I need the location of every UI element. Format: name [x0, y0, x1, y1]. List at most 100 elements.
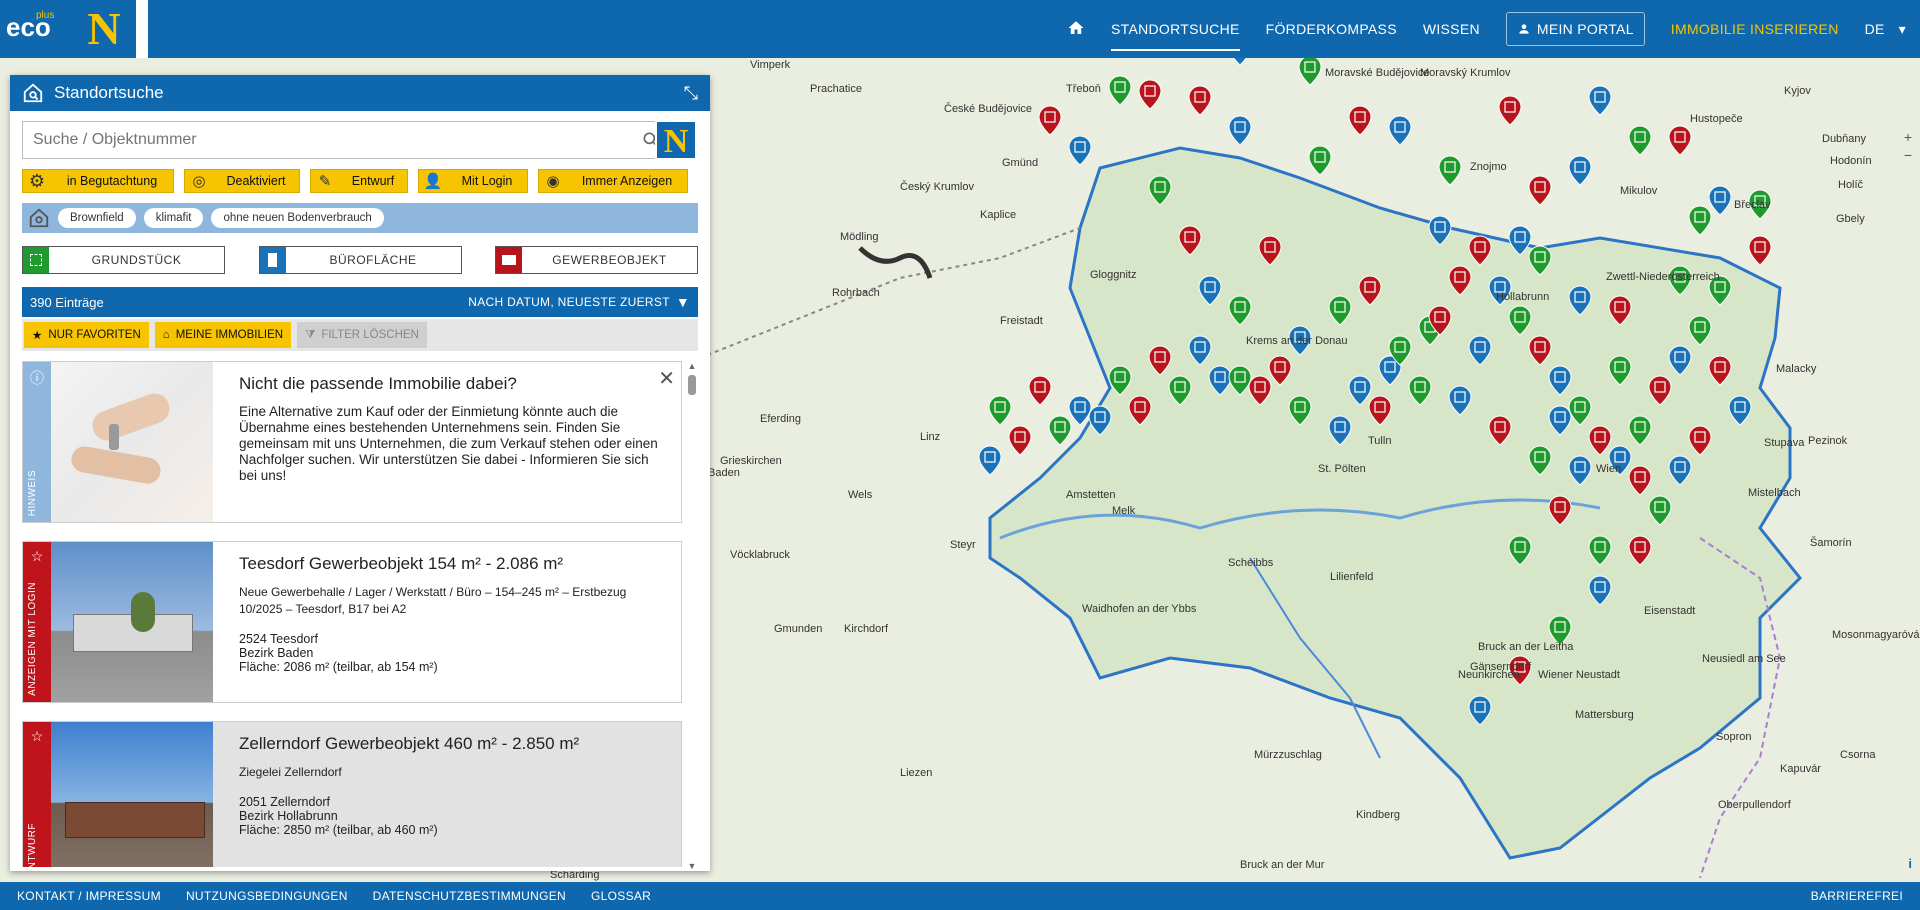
- status-entwurf[interactable]: ✎ Entwurf: [310, 169, 408, 193]
- home-button[interactable]: [1067, 13, 1085, 46]
- map-place-label: Neusiedl am See: [1702, 653, 1786, 665]
- zoom-out-icon[interactable]: −: [1904, 146, 1912, 164]
- map-place-label: Zwettl-Niederösterreich: [1606, 271, 1720, 283]
- map-zoom-controls[interactable]: + −: [1904, 128, 1912, 164]
- my-properties-label: MEINE IMMOBILIEN: [175, 329, 284, 341]
- list-item[interactable]: ☆ ANZEIGEN MIT LOGIN Teesdorf Gewerbeobj…: [22, 541, 682, 703]
- map-place-label: Amstetten: [1066, 489, 1116, 501]
- scroll-up-icon[interactable]: ▲: [686, 361, 698, 371]
- info-icon: ⓘ: [30, 370, 44, 386]
- card-district: Bezirk Baden: [239, 646, 314, 660]
- tag-brownfield[interactable]: Brownfield: [58, 208, 136, 228]
- tag-ohne-bodenverbrauch[interactable]: ohne neuen Bodenverbrauch: [211, 208, 384, 228]
- card-side-text: HINWEIS: [27, 469, 38, 516]
- scroll-down-icon[interactable]: ▼: [686, 861, 698, 871]
- type-gewerbeobjekt-button[interactable]: GEWERBEOBJEKT: [495, 246, 698, 274]
- factory-icon: [496, 247, 522, 273]
- star-outline-icon[interactable]: ☆: [31, 728, 44, 745]
- list-item[interactable]: ⓘ HINWEIS Nicht die passende Immobilie d…: [22, 361, 682, 523]
- map-place-label: Vimperk: [750, 59, 791, 71]
- map-place-label: Gmünd: [1002, 157, 1038, 169]
- map-place-label: Mosonmagyaróvár: [1832, 629, 1920, 641]
- map-place-label: Holíč: [1838, 179, 1864, 191]
- clear-filter-button[interactable]: ⧩ FILTER LÖSCHEN: [297, 322, 427, 348]
- keys-handover-image: [51, 362, 213, 522]
- user-icon: [1519, 24, 1529, 34]
- nav-standortsuche[interactable]: STANDORTSUCHE: [1111, 15, 1240, 51]
- card-side-text: ENTWURF: [27, 822, 38, 868]
- status-filter-row: ⚙ in Begutachtung ◎ Deaktiviert ✎ Entwur…: [22, 169, 698, 193]
- nav-wissen[interactable]: WISSEN: [1423, 15, 1480, 43]
- star-outline-icon[interactable]: ☆: [31, 548, 44, 565]
- card-body: Teesdorf Gewerbeobjekt 154 m² - 2.086 m²…: [213, 542, 681, 702]
- list-item[interactable]: ☆ ENTWURF Zellerndorf Gewerbeobjekt 460 …: [22, 721, 682, 867]
- footer-glossar-link[interactable]: GLOSSAR: [591, 889, 651, 903]
- card-side-label: ☆ ENTWURF: [23, 722, 51, 867]
- map-place-label: Oberpullendorf: [1718, 799, 1792, 811]
- status-label: Deaktiviert: [226, 174, 286, 188]
- type-grundstueck-button[interactable]: GRUNDSTÜCK: [22, 246, 225, 274]
- footer-nutzung-link[interactable]: NUTZUNGSBEDINGUNGEN: [186, 889, 348, 903]
- footer-barrierefrei-link[interactable]: BARRIEREFREI: [1811, 889, 1920, 903]
- status-mit-login[interactable]: 👤 Mit Login: [418, 169, 528, 193]
- office-building-icon: [259, 247, 286, 273]
- footer-datenschutz-link[interactable]: DATENSCHUTZBESTIMMUNGEN: [373, 889, 566, 903]
- property-photo: [51, 542, 213, 702]
- gear-icon: ⚙: [28, 170, 46, 191]
- map-place-label: Waidhofen an der Ybbs: [1082, 603, 1197, 615]
- collapse-icon[interactable]: ⤡: [684, 83, 698, 104]
- map-place-label: Scheibbs: [1228, 557, 1274, 569]
- type-buerofläche-button[interactable]: BÜROFLÄCHE: [258, 246, 462, 274]
- chevron-down-icon: ▾: [1898, 20, 1906, 37]
- tag-klimafit[interactable]: klimafit: [143, 208, 204, 228]
- status-deaktiviert[interactable]: ◎ Deaktiviert: [184, 169, 300, 193]
- card-subtitle: Neue Gewerbehalle / Lager / Werkstatt / …: [239, 585, 627, 616]
- map-place-label: Hollabrunn: [1496, 291, 1549, 303]
- map-place-label: Šamorín: [1810, 536, 1852, 549]
- map-place-label: Eferding: [760, 413, 801, 425]
- nav-immobilie-inserieren[interactable]: IMMOBILIE INSERIEREN: [1671, 15, 1839, 43]
- card-side-text: ANZEIGEN MIT LOGIN: [27, 582, 38, 696]
- pencil-icon: ✎: [318, 173, 332, 190]
- status-immer-anzeigen[interactable]: ◉ Immer Anzeigen: [538, 169, 688, 193]
- card-subtitle: Ziegelei Zellerndorf: [239, 765, 342, 779]
- property-photo: [51, 722, 213, 867]
- status-label: Entwurf: [351, 174, 395, 188]
- object-type-row: GRUNDSTÜCK BÜROFLÄCHE GEWERBEOBJEKT: [22, 246, 698, 274]
- card-area: Fläche: 2086 m² (teilbar, ab 154 m²): [239, 660, 438, 674]
- mein-portal-button[interactable]: MEIN PORTAL: [1505, 12, 1645, 46]
- map-place-label: Steyr: [950, 539, 976, 551]
- map-place-label: Malacky: [1776, 363, 1817, 375]
- nav-foerderkompass[interactable]: FÖRDERKOMPASS: [1266, 15, 1397, 43]
- close-icon[interactable]: ✕: [658, 366, 675, 391]
- status-in-begutachtung[interactable]: ⚙ in Begutachtung: [22, 169, 174, 193]
- map-place-label: Kyjov: [1784, 85, 1811, 97]
- card-title: Nicht die passende Immobilie dabei?: [239, 374, 517, 393]
- map-place-label: Kindberg: [1356, 809, 1400, 821]
- noe-logo[interactable]: N: [72, 0, 148, 58]
- footer-kontakt-link[interactable]: KONTAKT / IMPRESSUM: [17, 889, 161, 903]
- search-input[interactable]: [23, 131, 641, 149]
- my-properties-button[interactable]: ⌂ MEINE IMMOBILIEN: [154, 322, 292, 348]
- map-place-label: Wels: [848, 489, 873, 501]
- card-area: Fläche: 2850 m² (teilbar, ab 460 m²): [239, 823, 438, 837]
- map-info-icon[interactable]: i: [1908, 856, 1912, 871]
- map-place-label: Sopron: [1716, 731, 1751, 743]
- scrollbar-thumb[interactable]: [688, 375, 696, 395]
- favorites-filter-button[interactable]: ★ NUR FAVORITEN: [24, 322, 149, 348]
- search-box: [22, 121, 676, 159]
- zoom-in-icon[interactable]: +: [1904, 128, 1912, 146]
- panel-title: Standortsuche: [54, 83, 164, 102]
- language-selector[interactable]: DE ▾: [1865, 15, 1906, 44]
- home-search-icon: [29, 208, 49, 228]
- house-icon: ⌂: [162, 329, 170, 341]
- results-scrollbar[interactable]: ▲ ▼: [686, 361, 698, 871]
- map-place-label: Kaplice: [980, 209, 1016, 221]
- sort-dropdown[interactable]: NACH DATUM, NEUESTE ZUERST ▼: [468, 294, 690, 310]
- map-place-label: Gänserndorf: [1470, 661, 1532, 673]
- map-place-label: Mistelbach: [1748, 487, 1801, 499]
- standortsuche-panel: Standortsuche ⤡ N ⚙ in Begutachtung ◎ De…: [10, 75, 710, 871]
- map-place-label: Třeboň: [1066, 83, 1101, 95]
- map-place-label: Bruck an der Leitha: [1478, 641, 1574, 653]
- map-place-label: Gloggnitz: [1090, 269, 1136, 281]
